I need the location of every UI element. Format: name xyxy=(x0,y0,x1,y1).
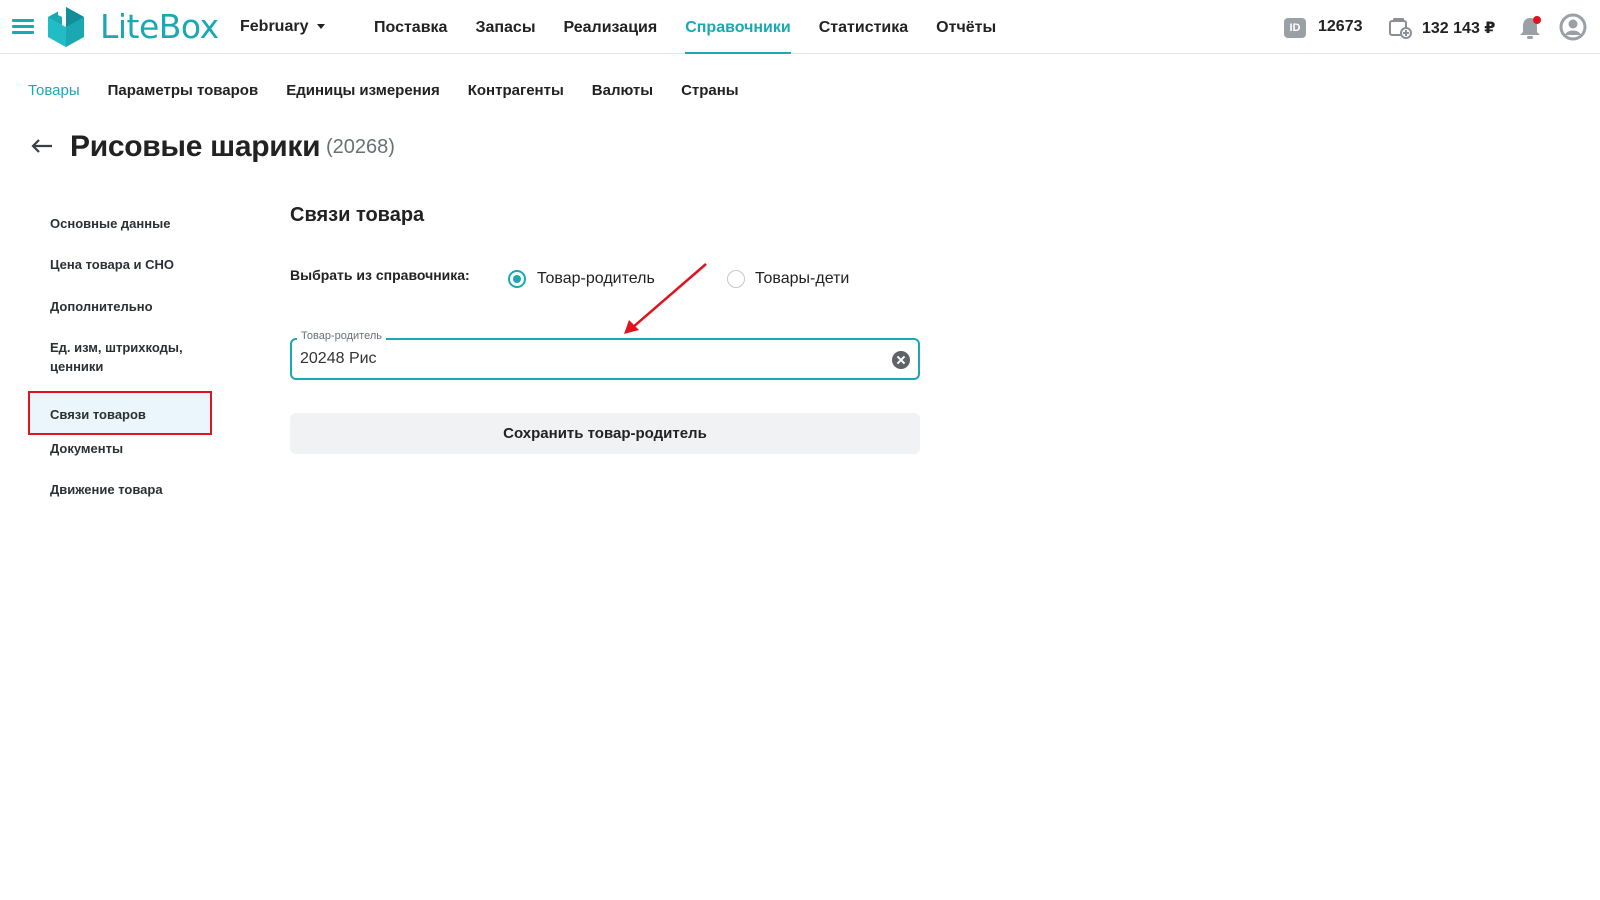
logo-icon xyxy=(48,7,84,47)
side-item-svyazi[interactable]: Связи товаров xyxy=(28,391,212,435)
parent-product-field: Товар-родитель xyxy=(290,330,920,380)
side-item-dopolnitelno[interactable]: Дополнительно xyxy=(28,293,175,320)
page-title: Рисовые шарики xyxy=(70,130,321,163)
nav-item-otchety[interactable]: Отчёты xyxy=(936,0,996,54)
subnav-item-tovary[interactable]: Товары xyxy=(28,82,80,99)
balance-value: 132 143 ₽ xyxy=(1422,20,1496,37)
field-label: Товар-родитель xyxy=(297,330,386,342)
subnav-item-kontragenty[interactable]: Контрагенты xyxy=(468,82,564,99)
wallet-icon[interactable] xyxy=(1388,17,1412,39)
parent-product-input[interactable] xyxy=(300,348,870,370)
clear-icon[interactable] xyxy=(892,351,910,369)
month-label: February xyxy=(240,18,309,35)
id-icon: ID xyxy=(1284,18,1306,38)
main-nav: Поставка Запасы Реализация Справочники С… xyxy=(374,0,1024,54)
side-item-dokumenty[interactable]: Документы xyxy=(28,435,145,462)
choose-label: Выбрать из справочника: xyxy=(290,267,470,283)
top-bar: LiteBox February Поставка Запасы Реализа… xyxy=(0,0,1600,54)
section-title: Связи товара xyxy=(290,204,425,226)
side-item-osnovnye[interactable]: Основные данные xyxy=(28,210,192,237)
save-parent-button[interactable]: Сохранить товар-родитель xyxy=(290,413,920,454)
account-id: 12673 xyxy=(1318,18,1363,35)
nav-item-realizatsiya[interactable]: Реализация xyxy=(563,0,657,54)
sub-nav: Товары Параметры товаров Единицы измерен… xyxy=(28,82,767,99)
product-code: (20268) xyxy=(326,136,395,158)
side-item-tsena[interactable]: Цена товара и СНО xyxy=(28,251,196,278)
logo-text: LiteBox xyxy=(100,7,219,46)
nav-item-statistika[interactable]: Статистика xyxy=(819,0,908,54)
subnav-item-valyuty[interactable]: Валюты xyxy=(592,82,653,99)
nav-item-zapasy[interactable]: Запасы xyxy=(475,0,535,54)
radio-parent[interactable] xyxy=(508,270,526,288)
radio-children[interactable] xyxy=(727,270,745,288)
annotation-arrow-icon xyxy=(624,263,707,334)
nav-item-postavka[interactable]: Поставка xyxy=(374,0,447,54)
menu-icon[interactable] xyxy=(12,19,34,35)
caret-down-icon xyxy=(317,24,326,29)
month-selector[interactable]: February xyxy=(240,18,326,36)
side-item-ed-izm[interactable]: Ед. изм, штрихкоды, ценники xyxy=(28,334,212,380)
side-item-dvizhenie[interactable]: Движение товара xyxy=(28,476,185,503)
subnav-item-parametry[interactable]: Параметры товаров xyxy=(108,82,259,99)
user-icon[interactable] xyxy=(1559,13,1587,41)
subnav-item-strany[interactable]: Страны xyxy=(681,82,739,99)
subnav-item-edinitsy[interactable]: Единицы измерения xyxy=(286,82,440,99)
arrow-left-icon[interactable] xyxy=(30,137,54,155)
radio-children-label[interactable]: Товары-дети xyxy=(755,270,849,288)
bell-icon[interactable] xyxy=(1518,15,1542,41)
nav-item-spravochniki[interactable]: Справочники xyxy=(685,0,791,54)
